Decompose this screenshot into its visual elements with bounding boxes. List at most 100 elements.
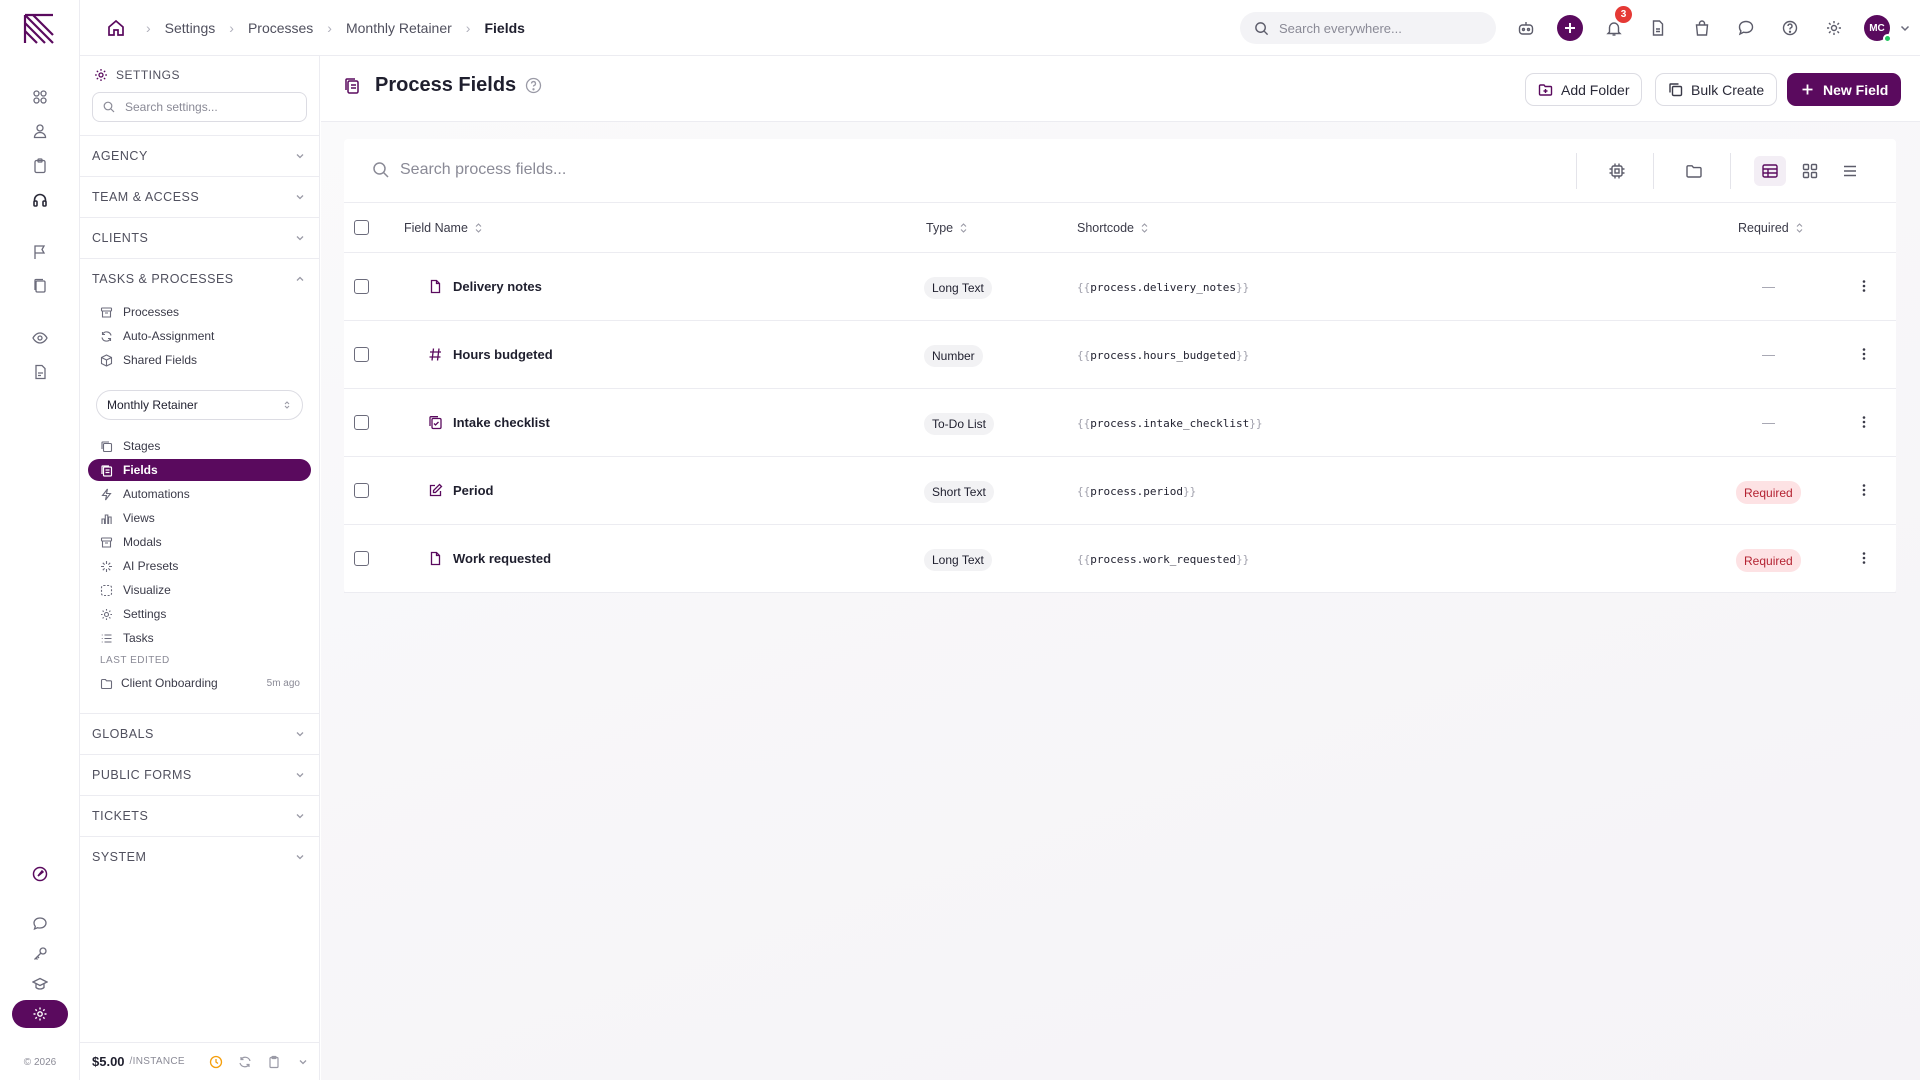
more-vertical-icon[interactable] <box>1856 346 1872 362</box>
sidebar-item-views[interactable]: Views <box>88 507 311 529</box>
last-edited-item[interactable]: Client Onboarding 5m ago <box>100 676 300 690</box>
rocket-icon[interactable] <box>30 864 50 884</box>
folder-icon[interactable] <box>1678 156 1710 186</box>
key-icon[interactable] <box>30 944 50 964</box>
sidebar-item-settings[interactable]: Settings <box>88 603 311 625</box>
breadcrumb-settings[interactable]: Settings <box>165 20 216 36</box>
field-shortcode[interactable]: {{process.delivery_notes}} <box>1077 281 1249 294</box>
breadcrumb-process[interactable]: Monthly Retainer <box>346 20 452 36</box>
fields-search-input[interactable]: Search process fields... <box>372 161 566 179</box>
avatar[interactable]: MC <box>1864 15 1892 43</box>
app-logo[interactable] <box>22 12 56 46</box>
sidebar-item-tasks[interactable]: Tasks <box>88 627 311 649</box>
sidebar-item-visualize[interactable]: Visualize <box>88 579 311 601</box>
table-row[interactable]: Work requested Long Text {{process.work_… <box>344 525 1896 593</box>
section-team-access[interactable]: TEAM & ACCESS <box>80 176 320 217</box>
sidebar-item-stages[interactable]: Stages <box>88 435 311 457</box>
more-vertical-icon[interactable] <box>1856 278 1872 294</box>
refresh-icon[interactable] <box>238 1055 252 1069</box>
eye-icon[interactable] <box>30 328 50 348</box>
not-required-dash <box>1762 355 1775 356</box>
more-vertical-icon[interactable] <box>1856 414 1872 430</box>
bulk-create-button[interactable]: Bulk Create <box>1655 73 1778 106</box>
field-shortcode[interactable]: {{process.period}} <box>1077 485 1196 498</box>
settings-search-input[interactable]: Search settings... <box>92 92 307 122</box>
breadcrumb-processes[interactable]: Processes <box>248 20 313 36</box>
add-folder-button[interactable]: Add Folder <box>1525 73 1643 106</box>
field-shortcode[interactable]: {{process.hours_budgeted}} <box>1077 349 1249 362</box>
message-icon[interactable] <box>1730 12 1762 44</box>
sparkle-icon <box>101 560 112 572</box>
docs-icon[interactable] <box>30 276 50 296</box>
clock-icon[interactable] <box>209 1055 223 1069</box>
chip-icon[interactable] <box>1601 156 1633 186</box>
report-icon[interactable] <box>30 362 50 382</box>
select-all-checkbox[interactable] <box>354 220 369 235</box>
file-icon[interactable] <box>1642 12 1674 44</box>
dashboard-icon[interactable] <box>30 87 50 107</box>
column-field-name[interactable]: Field Name <box>404 221 483 235</box>
chat-icon[interactable] <box>30 914 50 934</box>
fields-table-card: Search process fields... Field Name Type… <box>344 139 1896 593</box>
flag-icon[interactable] <box>30 242 50 262</box>
sidebar-item-fields[interactable]: Fields <box>88 459 311 481</box>
table-row[interactable]: Intake checklist To-Do List {{process.in… <box>344 389 1896 457</box>
global-search-input[interactable]: Search everywhere... <box>1240 12 1496 44</box>
column-type[interactable]: Type <box>926 221 968 235</box>
section-agency[interactable]: AGENCY <box>80 135 320 176</box>
chevron-down-icon[interactable] <box>1898 21 1912 35</box>
process-select[interactable]: Monthly Retainer <box>96 390 303 420</box>
column-required[interactable]: Required <box>1738 221 1804 235</box>
help-icon[interactable] <box>1774 12 1806 44</box>
sidebar-item-automations[interactable]: Automations <box>88 483 311 505</box>
sidebar-item-shared-fields[interactable]: Shared Fields <box>88 349 311 371</box>
sidebar-item-modals[interactable]: Modals <box>88 531 311 553</box>
sidebar-item-ai-presets[interactable]: AI Presets <box>88 555 311 577</box>
field-name: Intake checklist <box>453 415 550 430</box>
chevron-down-icon[interactable] <box>296 1055 310 1069</box>
section-clients[interactable]: CLIENTS <box>80 217 320 258</box>
row-checkbox[interactable] <box>354 483 369 498</box>
field-type-pill: Long Text <box>924 277 992 299</box>
more-vertical-icon[interactable] <box>1856 550 1872 566</box>
new-field-button[interactable]: New Field <box>1787 73 1902 106</box>
folder-plus-icon <box>1538 84 1553 96</box>
clipboard-icon[interactable] <box>30 156 50 176</box>
graduation-icon[interactable] <box>30 974 50 994</box>
help-icon[interactable] <box>525 77 542 94</box>
section-globals[interactable]: GLOBALS <box>80 713 320 754</box>
column-shortcode[interactable]: Shortcode <box>1077 221 1149 235</box>
row-checkbox[interactable] <box>354 415 369 430</box>
section-system[interactable]: SYSTEM <box>80 836 320 877</box>
field-shortcode[interactable]: {{process.intake_checklist}} <box>1077 417 1262 430</box>
shopping-bag-icon[interactable] <box>1686 12 1718 44</box>
table-row[interactable]: Delivery notes Long Text {{process.deliv… <box>344 253 1896 321</box>
create-button[interactable] <box>1557 15 1583 41</box>
list-view-icon[interactable] <box>1834 156 1866 186</box>
app-rail: © 2026 <box>0 0 80 1080</box>
row-checkbox[interactable] <box>354 279 369 294</box>
row-checkbox[interactable] <box>354 347 369 362</box>
table-row[interactable]: Period Short Text {{process.period}} Req… <box>344 457 1896 525</box>
gear-icon[interactable] <box>1818 12 1850 44</box>
field-shortcode[interactable]: {{process.work_requested}} <box>1077 553 1249 566</box>
section-public-forms[interactable]: PUBLIC FORMS <box>80 754 320 795</box>
settings-rail-button[interactable] <box>12 1000 68 1028</box>
more-vertical-icon[interactable] <box>1856 482 1872 498</box>
section-tasks-processes[interactable]: TASKS & PROCESSES <box>80 258 320 299</box>
row-checkbox[interactable] <box>354 551 369 566</box>
headset-icon[interactable] <box>30 190 50 210</box>
sidebar-item-processes[interactable]: Processes <box>88 301 311 323</box>
clipboard-icon[interactable] <box>267 1055 281 1069</box>
divider <box>1576 153 1577 189</box>
bell-icon[interactable]: 3 <box>1598 6 1632 44</box>
sidebar-item-auto-assignment[interactable]: Auto-Assignment <box>88 325 311 347</box>
table-view-icon[interactable] <box>1754 156 1786 186</box>
section-tickets[interactable]: TICKETS <box>80 795 320 836</box>
chevron-down-icon <box>296 814 304 819</box>
user-icon[interactable] <box>30 121 50 141</box>
grid-view-icon[interactable] <box>1794 156 1826 186</box>
table-row[interactable]: Hours budgeted Number {{process.hours_bu… <box>344 321 1896 389</box>
bot-icon[interactable] <box>1510 12 1542 44</box>
home-icon[interactable] <box>106 18 126 38</box>
